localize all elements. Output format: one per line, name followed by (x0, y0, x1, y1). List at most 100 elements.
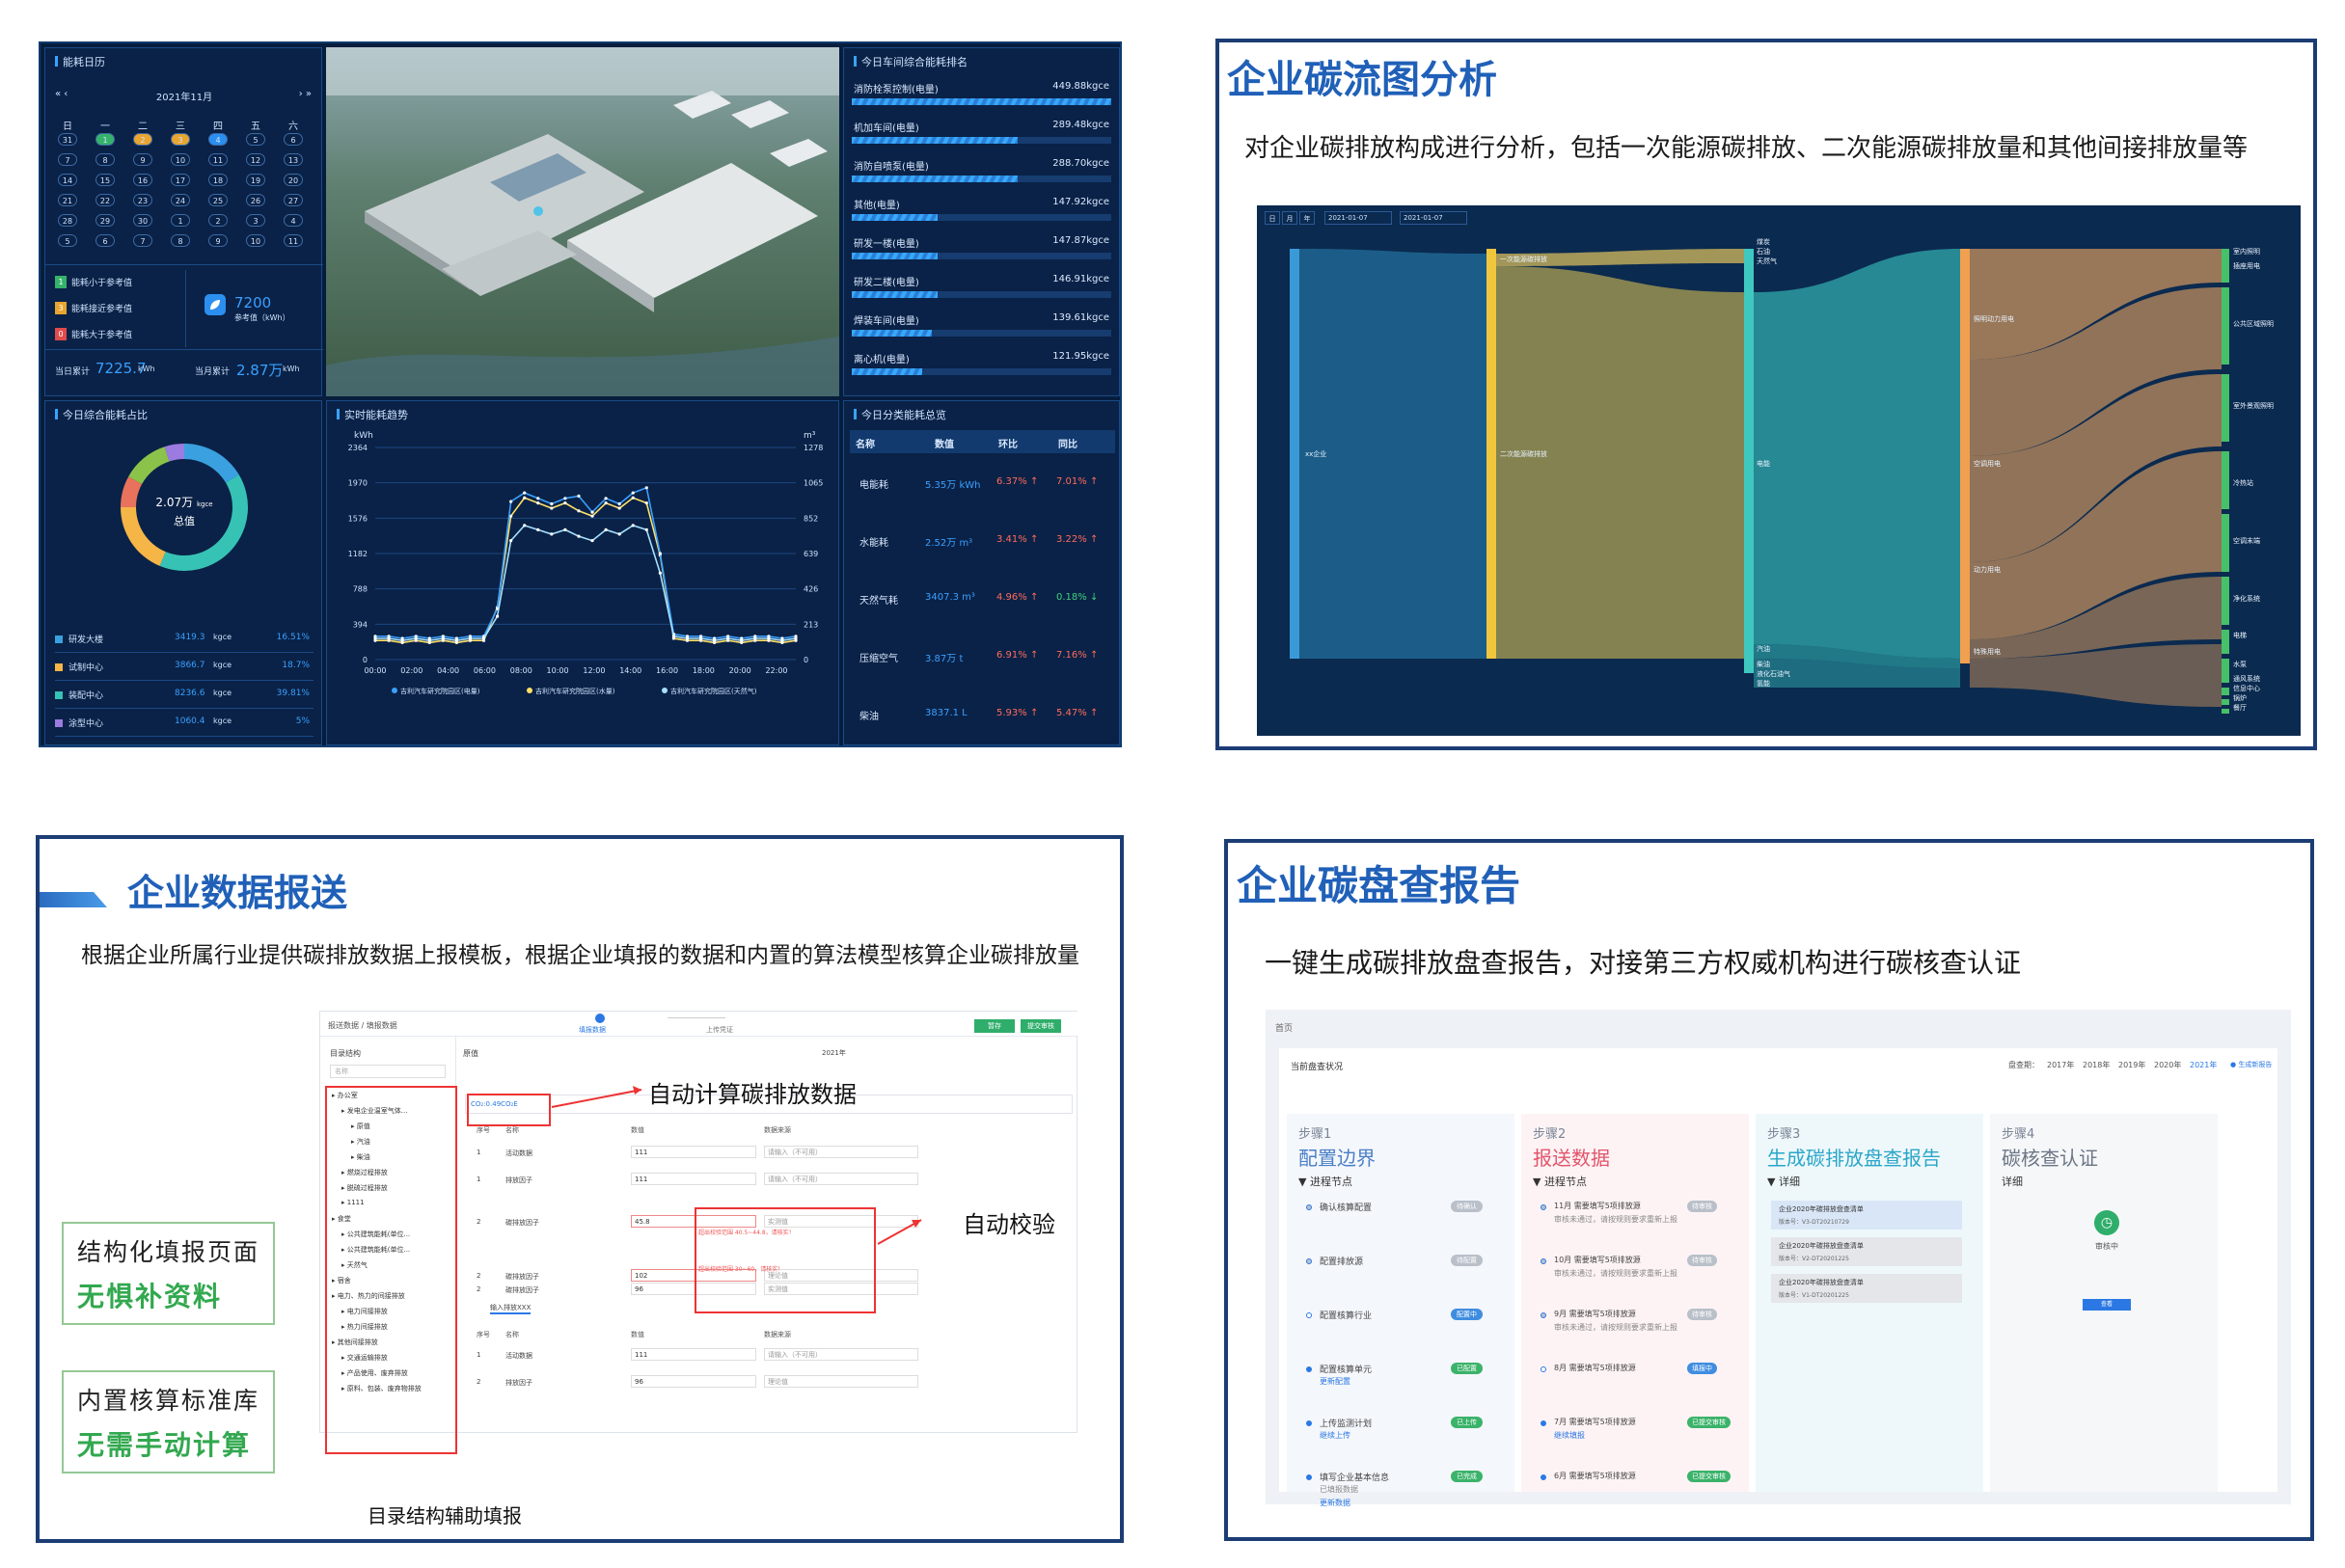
leaf-icon (205, 294, 226, 315)
calendar-day[interactable]: 16 (133, 174, 152, 186)
node-link[interactable]: 继续上传 (1320, 1430, 1350, 1441)
clock-icon: ◷ (2094, 1210, 2119, 1235)
calendar-day[interactable]: 1 (171, 214, 190, 227)
calendar-day[interactable]: 27 (284, 194, 303, 206)
status-chip: 已上传 (1451, 1417, 1483, 1428)
ranking-name: 焊装车间(电量) (854, 316, 919, 327)
calendar-day[interactable]: 11 (208, 153, 228, 166)
legend-unit: kgce (213, 689, 232, 697)
sankey-node (2222, 688, 2229, 695)
step-label: 步骤3 (1767, 1127, 1801, 1142)
calendar-day[interactable]: 18 (208, 174, 228, 186)
calendar-day[interactable]: 10 (171, 153, 190, 166)
legend-divider (55, 680, 314, 681)
tree-search-input[interactable]: 名称 (330, 1065, 446, 1078)
legend-label: 吉利汽车研究院园区(电量) (400, 687, 480, 695)
report-item[interactable]: 企业2020年碳排放盘查清单 版本号：V1-DT20201225 (1771, 1274, 1962, 1303)
calendar-day[interactable]: 2 (208, 214, 228, 227)
row-num: 1 (477, 1351, 481, 1359)
series-water-point (658, 552, 662, 555)
calendar-day[interactable]: 31 (58, 133, 77, 146)
year-tab[interactable]: 2017年 (2047, 1060, 2074, 1070)
year-tab[interactable]: 2021年 (2190, 1060, 2217, 1070)
year-tab[interactable]: 2020年 (2154, 1060, 2181, 1070)
save-button[interactable]: 暂存 (974, 1019, 1015, 1033)
row-name: 排放因子 (505, 1379, 532, 1387)
series-electric-point (617, 506, 621, 510)
calendar-day[interactable]: 7 (58, 153, 77, 166)
table-cell-value: 3837.1 L (925, 708, 968, 718)
calendar-day[interactable]: 10 (246, 234, 265, 247)
calendar-day[interactable]: 5 (246, 133, 265, 146)
next-month-button[interactable]: › » (299, 89, 312, 99)
breadcrumb: 报送数据 / 填报数据 (328, 1021, 397, 1030)
section-tab[interactable]: 输入排放XXX (490, 1303, 532, 1314)
calendar-day[interactable]: 14 (58, 174, 77, 186)
callout-auto-check: 自动校验 (963, 1211, 1055, 1238)
sankey-node (1960, 249, 1970, 663)
calendar-day[interactable]: 3 (246, 214, 265, 227)
calendar-day[interactable]: 9 (133, 153, 152, 166)
legend-label: 能耗接近参考值 (71, 305, 133, 314)
year-tab[interactable]: 2019年 (2118, 1060, 2145, 1070)
calendar-day[interactable]: 9 (208, 234, 228, 247)
table-cell-name: 压缩空气 (859, 654, 898, 664)
feature-line1: 结构化填报页面 (77, 1238, 260, 1266)
calendar-day[interactable]: 22 (95, 194, 115, 206)
report-item[interactable]: 企业2020年碳排放盘查清单 版本号：V3-DT20210729 (1771, 1201, 1962, 1230)
node-link[interactable]: 更新配置 (1320, 1376, 1350, 1387)
node-link[interactable]: 继续填报 (1554, 1430, 1585, 1441)
legend-name: 试制中心 (68, 663, 104, 673)
calendar-day[interactable]: 19 (246, 174, 265, 186)
node-text: 配置核算行业 (1320, 1311, 1373, 1321)
calendar-day[interactable]: 30 (133, 214, 152, 227)
calendar-day[interactable]: 11 (284, 234, 303, 247)
legend-dot (392, 688, 397, 693)
calendar-day[interactable]: 23 (133, 194, 152, 206)
table-cell-mom: 6.91% ↑ (996, 650, 1039, 661)
calendar-day[interactable]: 29 (95, 214, 115, 227)
calendar-day[interactable]: 6 (95, 234, 115, 247)
row-name: 活动数据 (505, 1149, 532, 1157)
calendar-day[interactable]: 17 (171, 174, 190, 186)
series-gas-point (590, 538, 594, 543)
calendar-day[interactable]: 8 (95, 153, 115, 166)
calendar-day[interactable]: 5 (58, 234, 77, 247)
calendar-day[interactable]: 20 (284, 174, 303, 186)
calendar-day[interactable]: 4 (284, 214, 303, 227)
sankey-node (2222, 374, 2229, 442)
node-text: 7月 需要填写5项排放源 (1554, 1418, 1636, 1426)
calendar-day[interactable]: 2 (133, 133, 152, 146)
calendar-day[interactable]: 6 (284, 133, 303, 146)
series-water-point (617, 501, 621, 506)
calendar-day[interactable]: 1 (95, 133, 115, 146)
calendar-day[interactable]: 7 (133, 234, 152, 247)
status-chip: 已提交审核 (1687, 1417, 1731, 1428)
calendar-day[interactable]: 28 (58, 214, 77, 227)
calendar-day[interactable]: 4 (208, 133, 228, 146)
new-report-button[interactable]: ● 生成新报告 (2230, 1060, 2272, 1069)
series-water-point (523, 491, 527, 495)
ranking-name: 机加车间(电量) (854, 123, 919, 134)
node-label: 天然气 (1757, 257, 1777, 265)
node-dot (1541, 1420, 1546, 1426)
legend-value: 8236.6 (175, 689, 205, 698)
node-link[interactable]: 更新数据 (1320, 1498, 1350, 1508)
calendar-day[interactable]: 25 (208, 194, 228, 206)
calendar-day[interactable]: 15 (95, 174, 115, 186)
report-item[interactable]: 企业2020年碳排放盘查清单 版本号：V2-DT20201225 (1771, 1237, 1962, 1266)
calendar-day[interactable]: 26 (246, 194, 265, 206)
calendar-day[interactable]: 21 (58, 194, 77, 206)
calendar-day[interactable]: 8 (171, 234, 190, 247)
card-title: 企业碳盘查报告 (1237, 862, 1521, 909)
node-note: 审核未通过，请按规则要求重新上报 (1554, 1269, 1677, 1278)
calendar-day[interactable]: 3 (171, 133, 190, 146)
submit-button[interactable]: 提交审核 (1021, 1019, 1061, 1033)
step-title: 生成碳排放盘查报告 (1767, 1147, 1941, 1170)
calendar-day[interactable]: 13 (284, 153, 303, 166)
calendar-day[interactable]: 24 (171, 194, 190, 206)
table-cell-value: 3407.3 m³ (925, 592, 975, 603)
view-button[interactable]: 查看 (2083, 1299, 2131, 1311)
year-tab[interactable]: 2018年 (2083, 1060, 2110, 1070)
calendar-day[interactable]: 12 (246, 153, 265, 166)
